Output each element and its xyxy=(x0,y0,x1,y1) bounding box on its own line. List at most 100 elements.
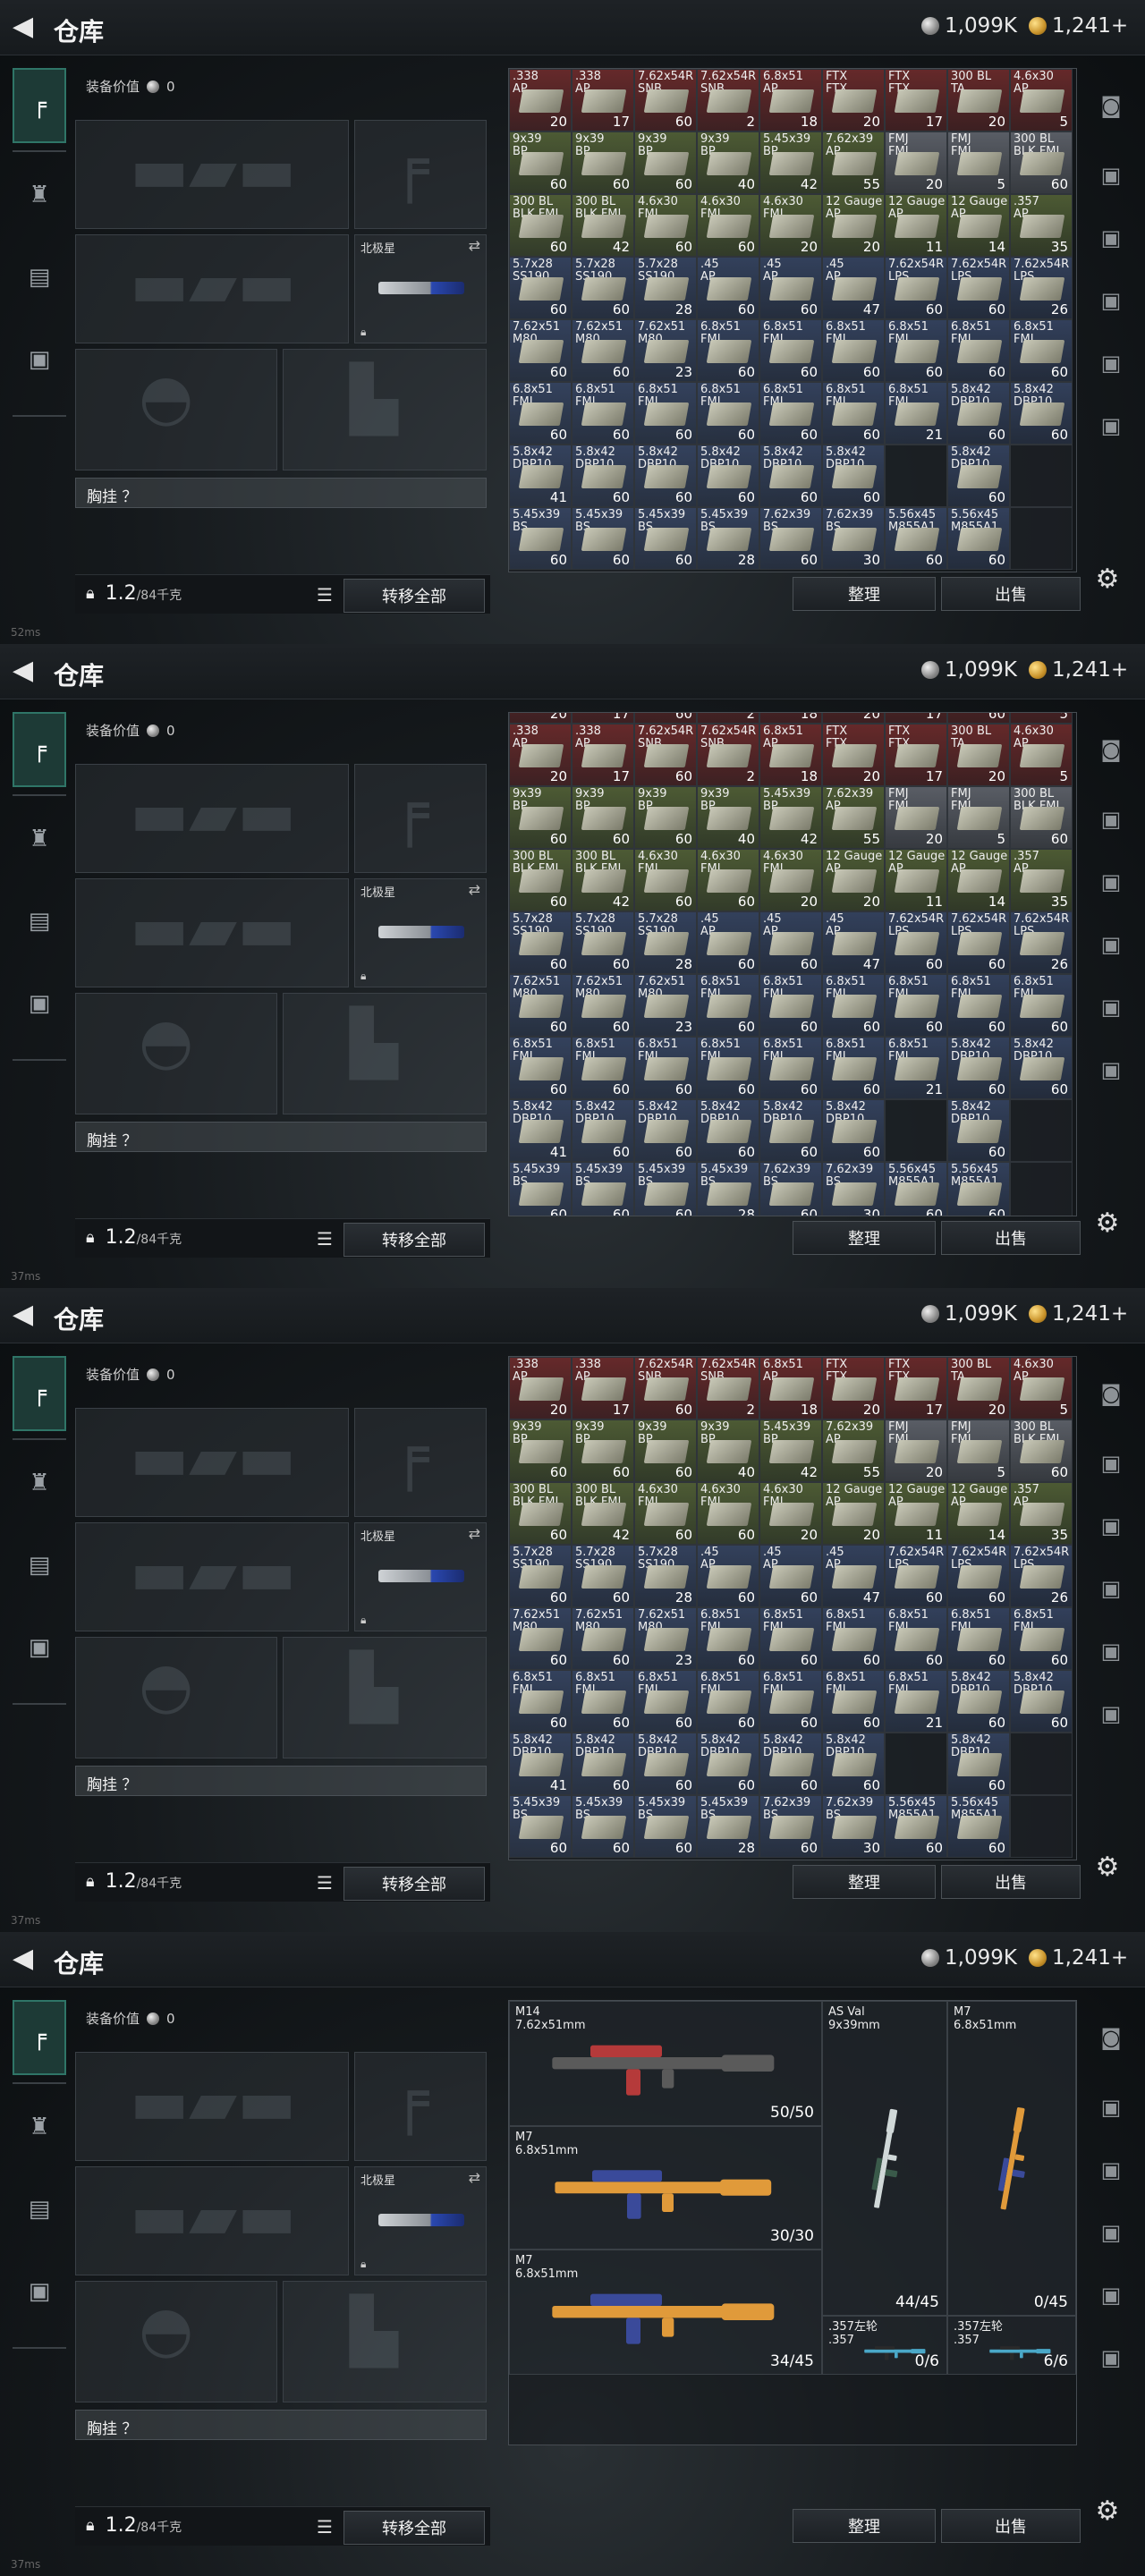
chest-rig-slot[interactable]: 胸挂 ？ xyxy=(75,478,487,508)
nav-backpack[interactable]: ▤ xyxy=(13,2172,66,2247)
pistol-slot[interactable]: ╒ xyxy=(354,764,487,873)
ammo-item[interactable]: 6.8x51 FMJ60 xyxy=(1010,974,1073,1037)
ammo-item[interactable]: 6.8x51 FMJ60 xyxy=(634,382,697,445)
nav-case[interactable]: ▣ xyxy=(13,1610,66,1685)
ammo-item[interactable]: 300 BL BLK FMJ60 xyxy=(509,194,572,257)
ammo-item[interactable]: 5.45x39 BS 60 xyxy=(509,1162,572,1216)
ammo-item[interactable]: 6.8x51 FMJ60 xyxy=(1010,319,1073,382)
ammo-item[interactable]: 18 xyxy=(759,713,822,724)
ammo-item[interactable]: 7.62x54R LPS60 xyxy=(885,911,947,974)
ammo-item[interactable]: 6.8x51 AP 18 xyxy=(759,724,822,786)
ammo-item[interactable]: .338 AP 20 xyxy=(509,1357,572,1419)
ammo-item[interactable]: 12 Gauge AP 14 xyxy=(947,194,1010,257)
back-arrow-icon[interactable]: ◀ xyxy=(13,1945,41,1974)
swap-icon[interactable]: ⇄ xyxy=(469,881,480,898)
ammo-item[interactable]: 5.56x45 M855A160 xyxy=(947,507,1010,570)
ammo-item[interactable]: .45 AP 47 xyxy=(822,911,885,974)
back-arrow-icon[interactable]: ◀ xyxy=(13,657,41,686)
list-icon[interactable]: ☰ xyxy=(317,2516,338,2538)
ammo-item[interactable]: 5.8x42 DBP1060 xyxy=(947,445,1010,507)
ammo-item[interactable]: 6.8x51 FMJ60 xyxy=(697,974,759,1037)
ammo-item[interactable]: 5.45x39 BS 60 xyxy=(572,1795,634,1858)
ammo-item[interactable]: 9x39 BP 40 xyxy=(697,131,759,194)
ammo-item[interactable]: .357 AP 35 xyxy=(1010,194,1073,257)
ammo-item[interactable]: 6.8x51 FMJ60 xyxy=(697,382,759,445)
ammo-item[interactable]: 6.8x51 FMJ60 xyxy=(947,319,1010,382)
melee-slot[interactable]: 北极星 ⇄ 🔒︎ xyxy=(354,234,487,343)
ammo-item[interactable]: 2 xyxy=(697,713,759,724)
armor-slot[interactable]: ▙ xyxy=(283,993,487,1114)
ammo-item[interactable]: 12 Gauge AP 14 xyxy=(947,1482,1010,1545)
ammo-item[interactable]: 7.62x39 BS 60 xyxy=(759,507,822,570)
ammo-item[interactable]: .338 AP 17 xyxy=(572,1357,634,1419)
storage-tab-2-icon[interactable]: ▣ xyxy=(1093,2089,1129,2125)
ammo-item[interactable]: 6.8x51 AP 18 xyxy=(759,1357,822,1419)
swap-icon[interactable]: ⇄ xyxy=(469,1525,480,1542)
sell-button[interactable]: 出售 xyxy=(941,1221,1081,1255)
ammo-item[interactable]: 17 xyxy=(572,713,634,724)
gold-currency[interactable]: 1,241+ xyxy=(1029,14,1128,38)
settings-gear-icon[interactable]: ⚙ xyxy=(1090,2496,1125,2531)
nav-vest[interactable]: ♜ xyxy=(13,157,66,233)
ammo-item[interactable]: 5.45x39 BS 60 xyxy=(634,507,697,570)
ammo-item[interactable]: .338 AP 17 xyxy=(572,69,634,131)
ammo-item[interactable]: .45 AP 60 xyxy=(759,911,822,974)
nav-gun[interactable]: ╒ xyxy=(13,2000,66,2075)
ammo-item[interactable]: 7.62x51 M8060 xyxy=(572,1607,634,1670)
ammo-item[interactable]: FMJ FMJ20 xyxy=(885,1419,947,1482)
ammo-item[interactable]: 7.62x39 AP 55 xyxy=(822,131,885,194)
ammo-item[interactable]: 5.45x39 BS 60 xyxy=(634,1162,697,1216)
ammo-item[interactable]: 7.62x54R LPS26 xyxy=(1010,911,1073,974)
ammo-item[interactable]: 7.62x39 AP 55 xyxy=(822,786,885,849)
settings-gear-icon[interactable]: ⚙ xyxy=(1090,1852,1125,1887)
sort-button[interactable]: 整理 xyxy=(793,1865,936,1899)
ammo-item[interactable]: 5.7x28 SS19060 xyxy=(509,1545,572,1607)
ammo-item[interactable]: 5.8x42 DBP1060 xyxy=(634,1099,697,1162)
ammo-item[interactable]: 5.45x39 BS 28 xyxy=(697,507,759,570)
storage-tab-5-icon[interactable]: ▣ xyxy=(1093,345,1129,381)
ammo-item[interactable]: 20 xyxy=(822,713,885,724)
ammo-item[interactable]: .338 AP 20 xyxy=(509,69,572,131)
storage-tab-6-icon[interactable]: ▣ xyxy=(1093,2340,1129,2376)
ammo-item[interactable]: 6.8x51 FMJ60 xyxy=(822,974,885,1037)
ammo-item[interactable]: 5.45x39 BP 42 xyxy=(759,131,822,194)
primary-weapon-slot[interactable]: ▬▰▬ xyxy=(75,120,349,229)
nav-backpack[interactable]: ▤ xyxy=(13,884,66,959)
transfer-all-button[interactable]: 转移全部 xyxy=(344,1223,485,1257)
sort-button[interactable]: 整理 xyxy=(793,1221,936,1255)
ammo-item[interactable]: 5.8x42 DBP1060 xyxy=(947,382,1010,445)
ammo-item[interactable]: 6.8x51 FMJ21 xyxy=(885,1037,947,1099)
ammo-item[interactable]: 9x39 BP 60 xyxy=(572,786,634,849)
ammo-item[interactable]: 5.8x42 DBP1060 xyxy=(697,445,759,507)
ammo-item[interactable]: 7.62x51 M8023 xyxy=(634,974,697,1037)
ammo-item[interactable]: .45 AP 60 xyxy=(759,1545,822,1607)
storage-tab-2-icon[interactable]: ▣ xyxy=(1093,157,1129,193)
pistol-slot[interactable]: ╒ xyxy=(354,1408,487,1517)
ammo-item[interactable]: 12 Gauge AP 11 xyxy=(885,194,947,257)
ammo-item[interactable]: 4.6x30 FMJ20 xyxy=(759,1482,822,1545)
ammo-item[interactable]: 300 BL TA 20 xyxy=(947,1357,1010,1419)
storage-tab-2-icon[interactable]: ▣ xyxy=(1093,801,1129,837)
helmet-slot[interactable]: ◓ xyxy=(75,1637,277,1758)
chest-rig-slot[interactable]: 胸挂 ？ xyxy=(75,1766,487,1796)
melee-slot[interactable]: 北极星 ⇄ 🔒︎ xyxy=(354,878,487,987)
transfer-all-button[interactable]: 转移全部 xyxy=(344,1867,485,1901)
ammo-item[interactable]: 7.62x54R SNB2 xyxy=(697,1357,759,1419)
gold-currency[interactable]: 1,241+ xyxy=(1029,1302,1128,1326)
ammo-item[interactable]: 6.8x51 FMJ60 xyxy=(697,1670,759,1733)
ammo-item[interactable]: 6.8x51 FMJ60 xyxy=(509,1670,572,1733)
ammo-item[interactable]: 20 xyxy=(509,713,572,724)
ammo-item[interactable]: 9x39 BP 40 xyxy=(697,1419,759,1482)
ammo-item[interactable]: .357 AP 35 xyxy=(1010,849,1073,911)
back-arrow-icon[interactable]: ◀ xyxy=(13,1301,41,1330)
ammo-item[interactable]: 12 Gauge AP 14 xyxy=(947,849,1010,911)
nav-vest[interactable]: ♜ xyxy=(13,801,66,877)
ammo-item[interactable]: 6.8x51 FMJ60 xyxy=(947,1607,1010,1670)
ammo-item[interactable]: 5.7x28 SS19028 xyxy=(634,257,697,319)
weapon-item[interactable]: .357左轮 .357 0/6 xyxy=(822,2316,947,2375)
ammo-item[interactable]: 6.8x51 FMJ21 xyxy=(885,1670,947,1733)
ammo-item[interactable]: 9x39 BP 60 xyxy=(509,1419,572,1482)
ammo-item[interactable]: 5.8x42 DBP1060 xyxy=(947,1733,1010,1795)
ammo-item[interactable]: 7.62x54R LPS60 xyxy=(947,1545,1010,1607)
ammo-item[interactable]: 6.8x51 FMJ60 xyxy=(822,382,885,445)
